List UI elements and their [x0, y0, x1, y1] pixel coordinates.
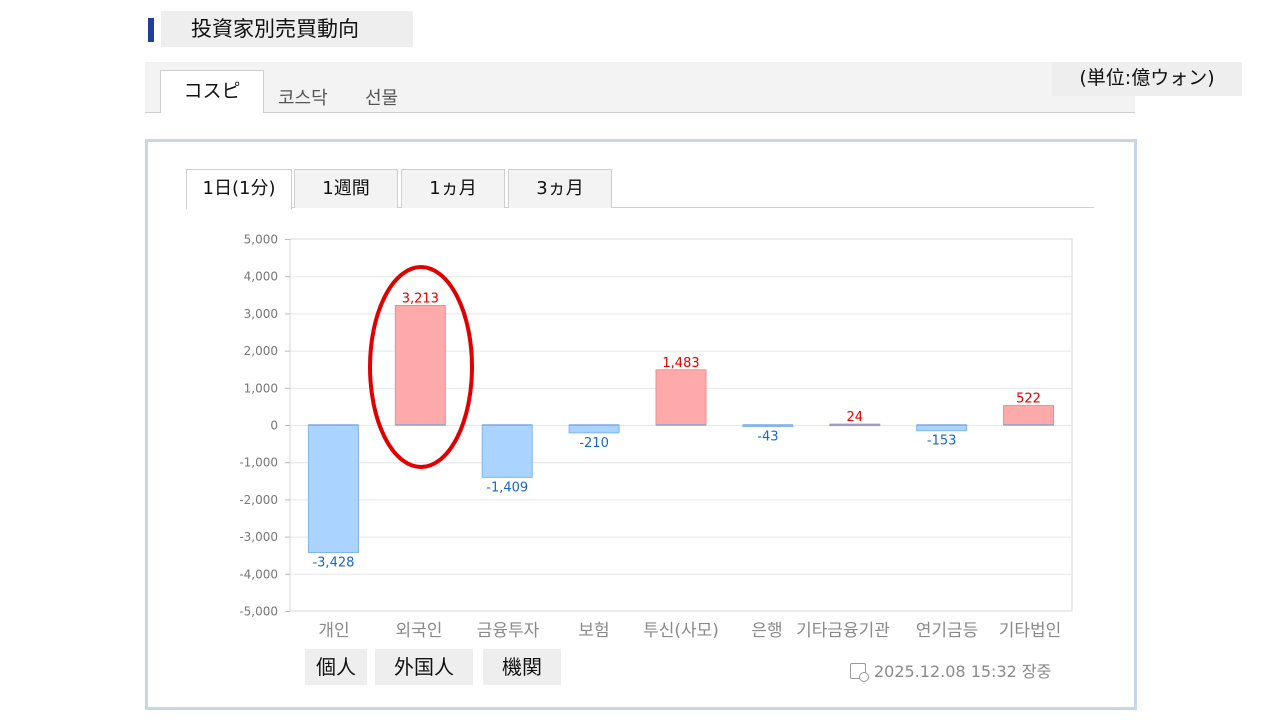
- calendar-clock-icon: [850, 663, 869, 682]
- group-label-institution: 機関: [483, 649, 561, 685]
- y-tick-label: -5,000: [239, 605, 278, 619]
- y-tick-label: 0: [270, 419, 278, 433]
- x-tick-label: 은행: [751, 621, 782, 641]
- y-tick-label: -4,000: [239, 567, 278, 581]
- bar: [307, 424, 359, 554]
- y-tick-label: 1,000: [244, 381, 278, 395]
- investor-bar-chart: 5,000 4,000 3,000 2,000 1,000 0 -1,000 -2,000 -3…: [239, 233, 1073, 641]
- value-label: -1,409: [486, 480, 528, 495]
- x-tick-label: 개인: [318, 621, 349, 641]
- timestamp-text: 2025.12.08 15:32 장중: [874, 662, 1052, 681]
- x-tick-label: 투신(사모): [643, 621, 719, 641]
- x-tick-label: 외국인: [396, 621, 443, 641]
- y-tick-label: -3,000: [239, 530, 278, 544]
- bar: [568, 424, 620, 434]
- group-label-foreign: 外国人: [375, 649, 473, 685]
- update-timestamp: 2025.12.08 15:32 장중: [850, 658, 1051, 682]
- y-tick-label: -1,000: [239, 456, 278, 470]
- y-tick-label: 4,000: [244, 270, 278, 284]
- value-label: -3,428: [312, 556, 354, 571]
- bar: [1003, 405, 1055, 426]
- y-tick-label: 3,000: [244, 307, 278, 321]
- x-tick-label: 기타법인: [999, 621, 1062, 641]
- bar: [655, 369, 707, 426]
- x-tick-label: 보험: [578, 621, 609, 641]
- value-label: 522: [1016, 392, 1041, 407]
- bar: [916, 424, 968, 432]
- x-tick-label: 연기금등: [916, 621, 979, 641]
- x-tick-label: 기타금융기관: [796, 621, 890, 641]
- value-label: -43: [757, 430, 778, 445]
- y-tick-label: -2,000: [239, 493, 278, 507]
- bar: [394, 304, 446, 426]
- value-label: -210: [579, 436, 609, 451]
- bar: [481, 424, 533, 478]
- value-label: 3,213: [402, 291, 439, 306]
- value-label: 24: [847, 410, 864, 425]
- value-label: -153: [927, 434, 957, 449]
- group-label-individual: 個人: [305, 649, 367, 685]
- y-tick-label: 5,000: [244, 233, 278, 247]
- value-label: 1,483: [662, 356, 699, 371]
- y-tick-label: 2,000: [244, 344, 278, 358]
- x-tick-label: 금융투자: [477, 621, 540, 641]
